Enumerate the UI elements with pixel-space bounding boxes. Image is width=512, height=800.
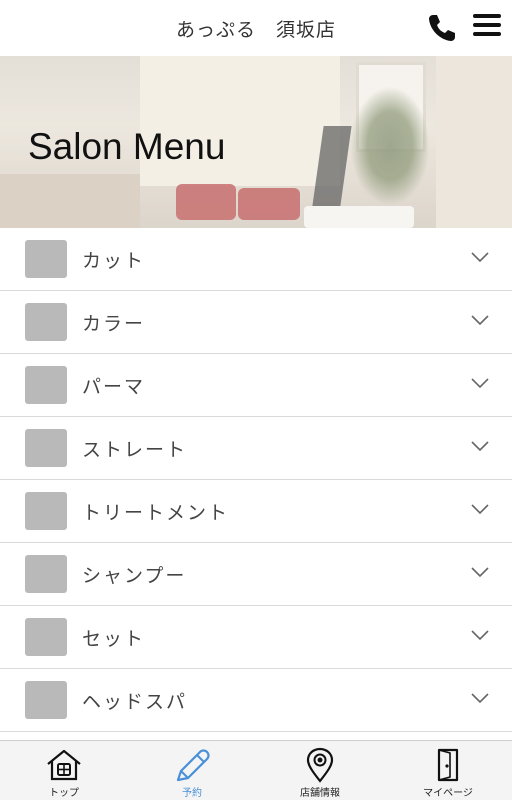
chevron-down-icon [471, 630, 489, 641]
tab-reservation[interactable]: 予約 [128, 741, 256, 800]
menu-item-thumbnail [25, 429, 67, 467]
tab-my-page[interactable]: マイページ [384, 741, 512, 800]
menu-item-thumbnail [25, 618, 67, 656]
menu-item-thumbnail [25, 681, 67, 719]
menu-item-label: シャンプー [82, 565, 187, 587]
menu-item-color[interactable]: カラー [0, 291, 512, 354]
bottom-tab-bar: トップ 予約 店舗情報 マイページ [0, 740, 512, 800]
header: あっぷる 須坂店 [0, 0, 512, 56]
menu-item-cut[interactable]: カット [0, 228, 512, 291]
chevron-down-icon [471, 441, 489, 452]
salon-menu-list: カット カラー パーマ ストレート トリートメント シャンプー セット ヘッドス… [0, 228, 512, 732]
tab-label: トップ [49, 788, 79, 799]
pencil-icon [176, 749, 210, 782]
menu-item-label: パーマ [82, 376, 146, 398]
home-icon [47, 749, 81, 781]
phone-icon[interactable] [426, 12, 458, 44]
tab-label: 予約 [182, 788, 202, 799]
page-title: Salon Menu [28, 126, 226, 167]
menu-item-thumbnail [25, 492, 67, 530]
hero-banner: Salon Menu [0, 56, 512, 228]
menu-item-label: ヘッドスパ [82, 691, 188, 713]
menu-item-label: カット [82, 250, 146, 272]
menu-item-thumbnail [25, 366, 67, 404]
tab-label: 店舗情報 [300, 788, 340, 799]
chevron-down-icon [471, 567, 489, 578]
menu-item-label: ストレート [82, 439, 188, 461]
chevron-down-icon [471, 693, 489, 704]
chevron-down-icon [471, 378, 489, 389]
menu-item-shampoo[interactable]: シャンプー [0, 543, 512, 606]
hamburger-menu-icon[interactable] [473, 14, 503, 40]
map-pin-icon [306, 747, 334, 783]
tab-label: マイページ [423, 788, 473, 799]
chevron-down-icon [471, 315, 489, 326]
menu-item-head-spa[interactable]: ヘッドスパ [0, 669, 512, 732]
menu-item-label: セット [82, 628, 146, 650]
chevron-down-icon [471, 252, 489, 263]
menu-item-treatment[interactable]: トリートメント [0, 480, 512, 543]
door-icon [437, 748, 459, 782]
menu-item-perm[interactable]: パーマ [0, 354, 512, 417]
menu-item-label: カラー [82, 313, 146, 335]
tab-top[interactable]: トップ [0, 741, 128, 800]
menu-item-label: トリートメント [82, 502, 230, 524]
menu-item-thumbnail [25, 555, 67, 593]
menu-item-thumbnail [25, 240, 67, 278]
menu-item-straight[interactable]: ストレート [0, 417, 512, 480]
tab-store-info[interactable]: 店舗情報 [256, 741, 384, 800]
menu-item-thumbnail [25, 303, 67, 341]
menu-item-set[interactable]: セット [0, 606, 512, 669]
chevron-down-icon [471, 504, 489, 515]
